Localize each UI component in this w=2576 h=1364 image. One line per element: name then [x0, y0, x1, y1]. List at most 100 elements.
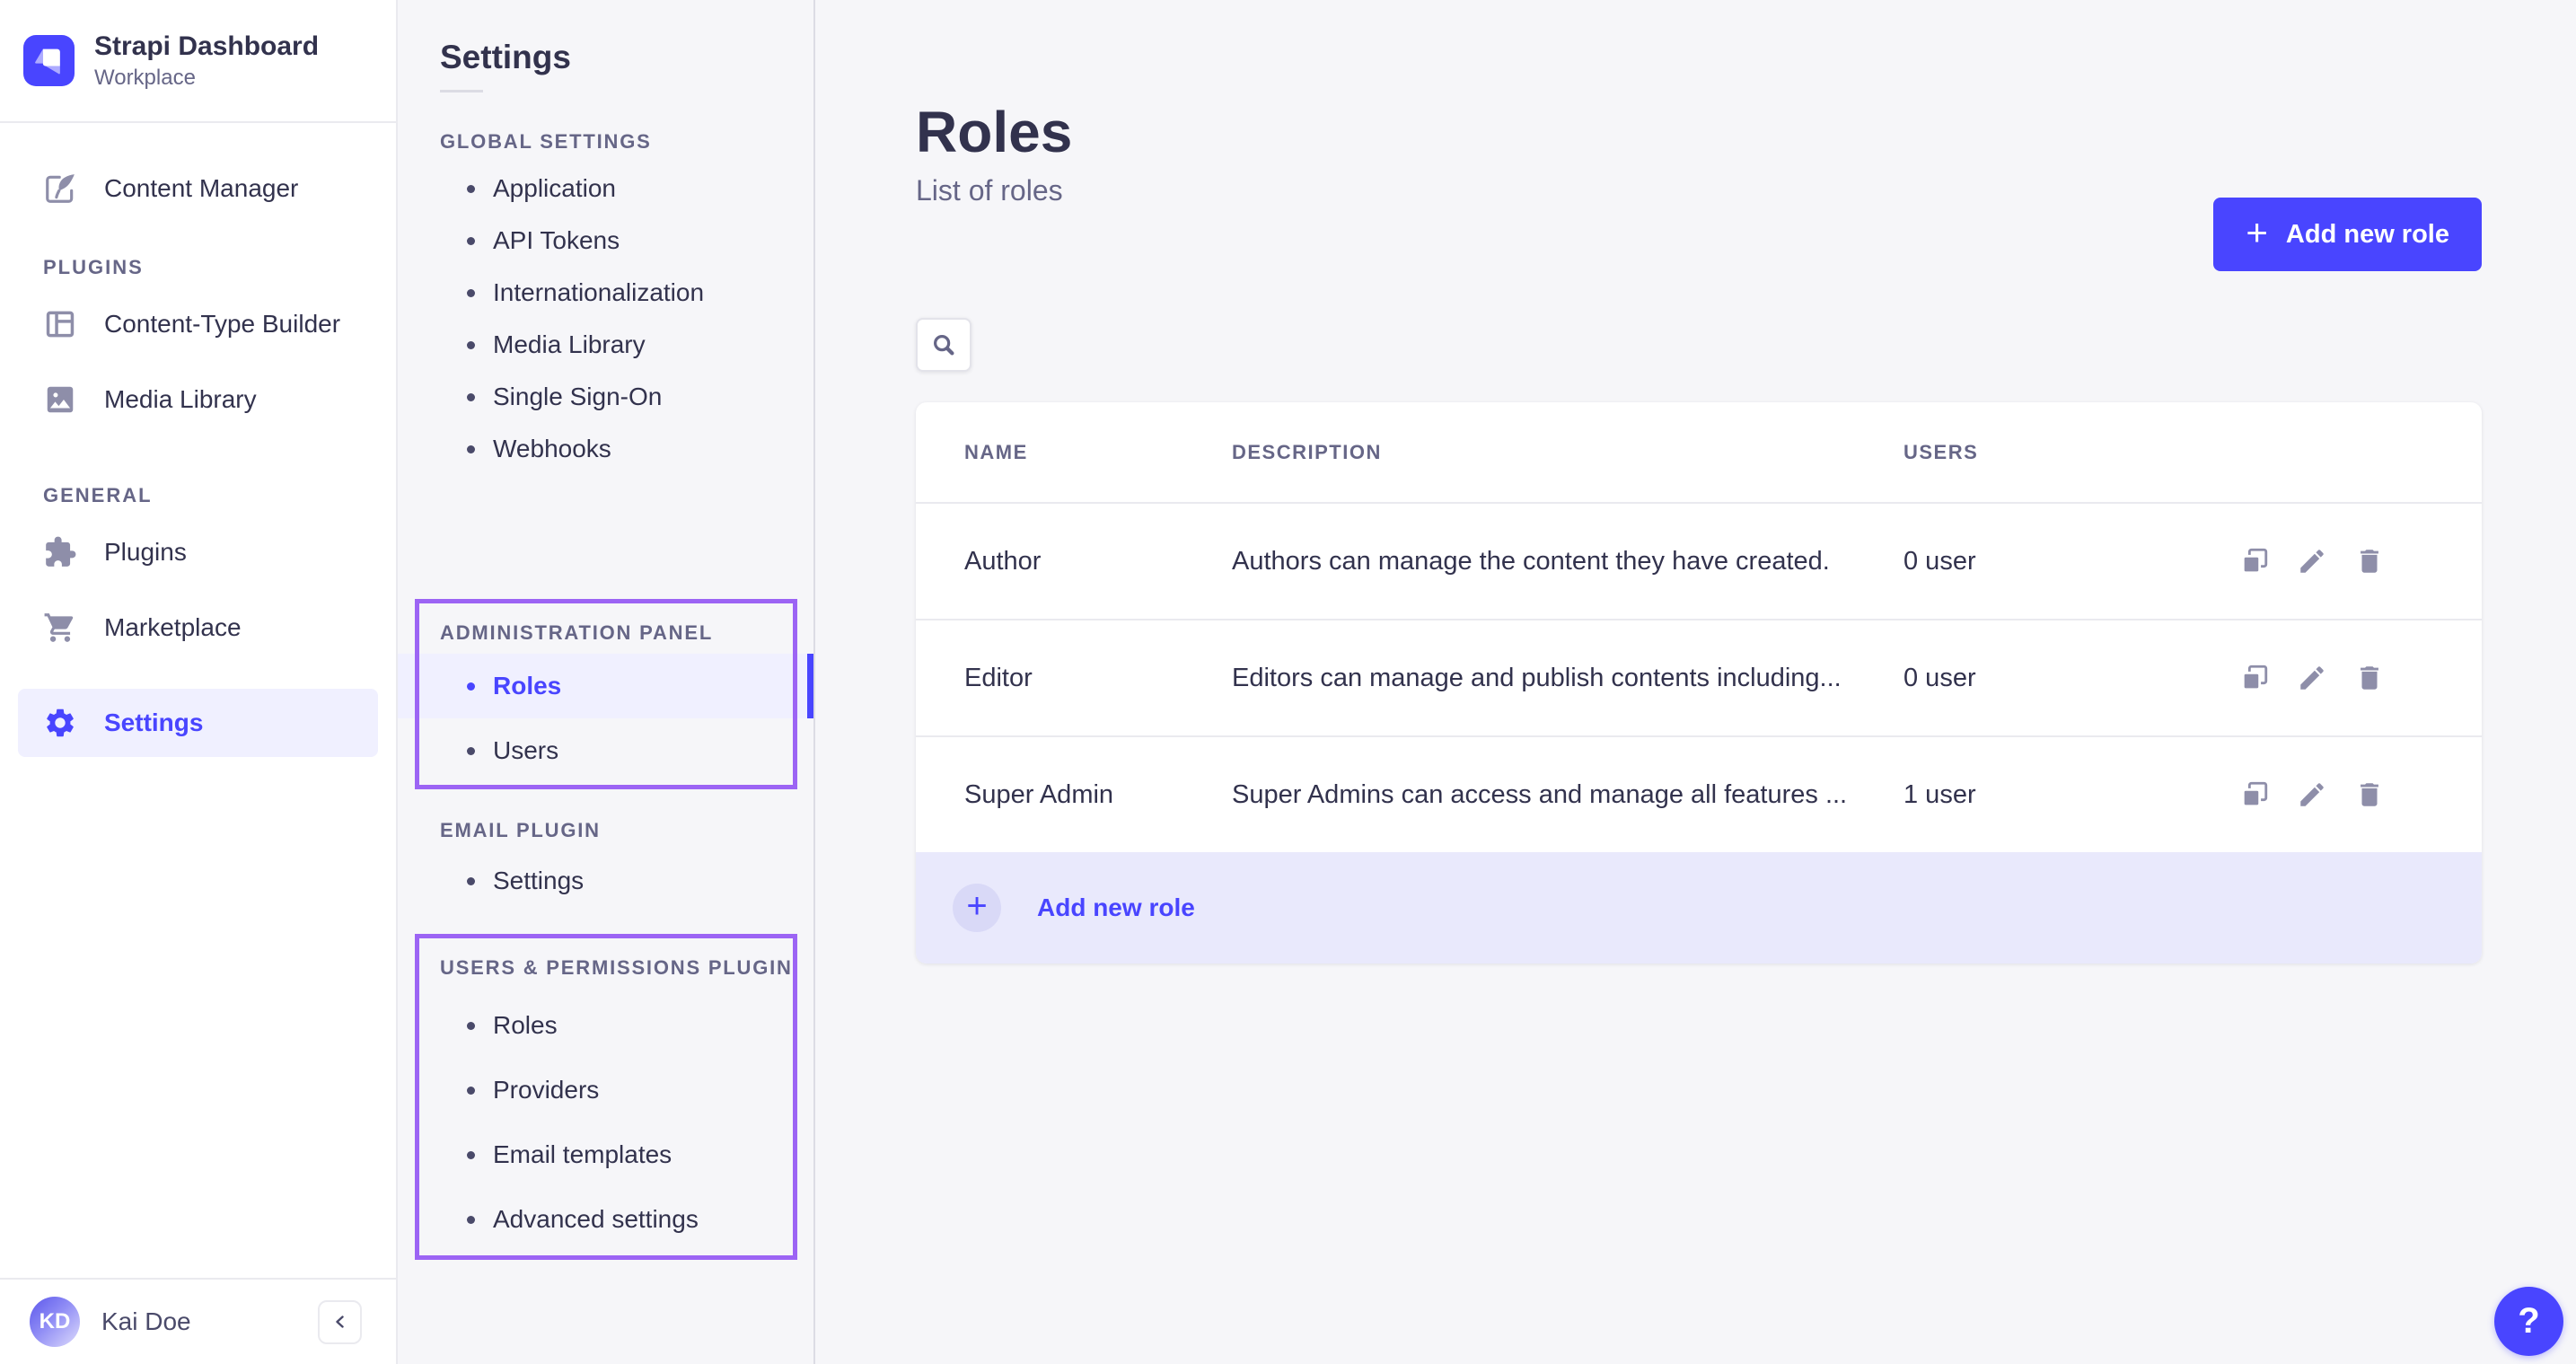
subnav-item-roles-active[interactable]: Roles [398, 654, 813, 718]
role-users-count: 0 user [1903, 664, 2229, 693]
delete-role-button[interactable] [2353, 779, 2386, 811]
gear-icon [43, 706, 77, 740]
subnav-item-application[interactable]: Application [398, 163, 813, 215]
shopping-cart-icon [43, 611, 77, 645]
subnav-item-email-templates[interactable]: Email templates [398, 1122, 813, 1187]
sidebar-item-content-manager[interactable]: Content Manager [0, 154, 396, 224]
workspace-name: Workplace [94, 66, 319, 91]
help-button[interactable]: ? [2494, 1287, 2563, 1356]
role-description: Authors can manage the content they have… [1232, 547, 1903, 576]
sidebar-item-content-type-builder[interactable]: Content-Type Builder [0, 286, 396, 362]
role-users-count: 1 user [1903, 780, 2229, 810]
duplicate-role-button[interactable] [2238, 545, 2271, 577]
bullet-icon [467, 445, 475, 453]
duplicate-role-button[interactable] [2238, 779, 2271, 811]
group-users-permissions-plugin-annotated: USERS & PERMISSIONS PLUGIN Roles Provide… [398, 934, 813, 1260]
subnav-item-api-tokens[interactable]: API Tokens [398, 215, 813, 267]
sidebar-footer: KD Kai Doe [0, 1278, 396, 1364]
subnav-item-providers[interactable]: Providers [398, 1058, 813, 1122]
table-row[interactable]: Editor Editors can manage and publish co… [916, 619, 2482, 735]
copy-icon [2239, 779, 2270, 810]
sidebar-item-label: Marketplace [104, 613, 242, 642]
image-icon [43, 383, 77, 417]
subnav-item-webhooks[interactable]: Webhooks [398, 423, 813, 475]
sidebar-item-media-library[interactable]: Media Library [0, 362, 396, 437]
strapi-logo-icon [23, 35, 75, 86]
user-name: Kai Doe [101, 1307, 191, 1336]
feather-pen-icon [43, 172, 77, 206]
column-header-description: DESCRIPTION [1232, 441, 1903, 464]
sidebar-item-label: Plugins [104, 538, 187, 567]
row-actions [2229, 545, 2482, 577]
roles-table-card: NAME DESCRIPTION USERS Author Authors ca… [916, 402, 2482, 964]
sidebar-item-marketplace[interactable]: Marketplace [0, 590, 396, 665]
group-label: GLOBAL SETTINGS [398, 130, 813, 154]
role-description: Super Admins can access and manage all f… [1232, 780, 1903, 810]
layout-grid-icon [43, 307, 77, 341]
brand: Strapi Dashboard Workplace [0, 0, 396, 123]
table-footer-add-role[interactable]: + Add new role [916, 852, 2482, 964]
role-name: Super Admin [964, 780, 1232, 810]
column-header-name: NAME [964, 441, 1232, 464]
bullet-icon [467, 682, 475, 691]
bullet-icon [467, 393, 475, 401]
app-root: Strapi Dashboard Workplace Content Manag… [0, 0, 2576, 1364]
subnav-item-up-roles[interactable]: Roles [398, 993, 813, 1058]
collapse-sidebar-button[interactable] [318, 1300, 362, 1344]
bullet-icon [467, 1087, 475, 1095]
bullet-icon [467, 237, 475, 245]
subnav-item-email-settings[interactable]: Settings [398, 855, 813, 907]
edit-role-button[interactable] [2296, 662, 2328, 694]
row-actions [2229, 662, 2482, 694]
brand-text: Strapi Dashboard Workplace [94, 31, 319, 91]
subnav-item-users[interactable]: Users [398, 718, 813, 783]
trash-icon [2354, 779, 2385, 810]
edit-role-button[interactable] [2296, 779, 2328, 811]
bullet-icon [467, 1216, 475, 1224]
search-button[interactable] [916, 318, 971, 372]
subnav-title: Settings [440, 38, 813, 77]
trash-icon [2354, 546, 2385, 576]
sidebar-item-label: Settings [104, 708, 203, 737]
sidebar-item-label: Media Library [104, 385, 257, 414]
sidebar-item-settings[interactable]: Settings [18, 689, 378, 757]
active-indicator-bar [807, 654, 813, 718]
sidebar-nav: Content Manager PLUGINS Content-Type Bui… [0, 123, 396, 1278]
app-title: Strapi Dashboard [94, 31, 319, 63]
sidebar-item-label: Content Manager [104, 174, 298, 203]
page-header: Roles List of roles + Add new role [916, 101, 2482, 207]
subnav-item-internationalization[interactable]: Internationalization [398, 267, 813, 319]
delete-role-button[interactable] [2353, 662, 2386, 694]
plus-circle-icon: + [953, 884, 1001, 932]
copy-icon [2239, 546, 2270, 576]
bullet-icon [467, 1022, 475, 1030]
table-header-row: NAME DESCRIPTION USERS [916, 402, 2482, 502]
subnav-item-media-library[interactable]: Media Library [398, 319, 813, 371]
bullet-icon [467, 747, 475, 755]
sidebar-section-plugins: PLUGINS [0, 256, 396, 279]
pencil-icon [2297, 663, 2327, 693]
question-mark-icon: ? [2518, 1301, 2539, 1342]
sidebar-section-general: GENERAL [0, 484, 396, 507]
main-sidebar: Strapi Dashboard Workplace Content Manag… [0, 0, 398, 1364]
group-email-plugin: EMAIL PLUGIN Settings [398, 819, 813, 907]
edit-role-button[interactable] [2296, 545, 2328, 577]
table-row[interactable]: Author Authors can manage the content th… [916, 502, 2482, 619]
subnav-item-advanced-settings[interactable]: Advanced settings [398, 1187, 813, 1252]
add-new-role-button[interactable]: + Add new role [2213, 198, 2482, 271]
trash-icon [2354, 663, 2385, 693]
subnav-item-single-sign-on[interactable]: Single Sign-On [398, 371, 813, 423]
sidebar-item-plugins[interactable]: Plugins [0, 515, 396, 590]
bullet-icon [467, 877, 475, 885]
chevron-left-icon [330, 1311, 351, 1333]
group-label: ADMINISTRATION PANEL [398, 621, 813, 645]
puzzle-icon [43, 535, 77, 569]
delete-role-button[interactable] [2353, 545, 2386, 577]
role-name: Author [964, 547, 1232, 576]
plus-icon: + [2246, 214, 2268, 251]
duplicate-role-button[interactable] [2238, 662, 2271, 694]
column-header-users: USERS [1903, 441, 2229, 464]
pencil-icon [2297, 546, 2327, 576]
table-row[interactable]: Super Admin Super Admins can access and … [916, 735, 2482, 852]
row-actions [2229, 779, 2482, 811]
